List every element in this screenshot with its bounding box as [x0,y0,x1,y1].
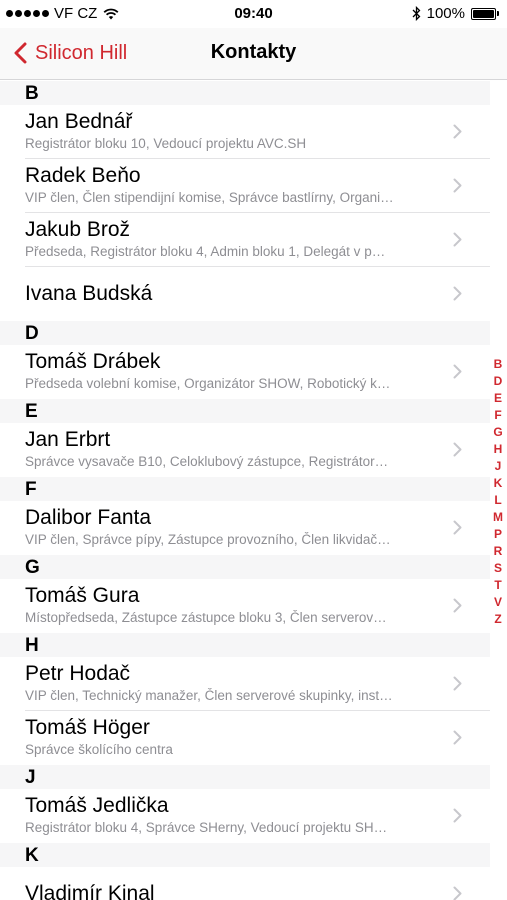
contact-row[interactable]: Petr Hodač VIP člen, Technický manažer, Č… [0,657,490,711]
contact-name: Tomáš Drábek [25,350,161,373]
chevron-right-icon [453,124,462,139]
contact-roles: Správce vysavače B10, Celoklubový zástup… [25,454,389,469]
contact-row[interactable]: Tomáš Höger Správce školícího centra [0,711,490,765]
index-letter[interactable]: M [493,509,503,526]
contact-name: Jan Bednář [25,110,133,133]
index-letter[interactable]: K [494,475,503,492]
chevron-right-icon [453,520,462,535]
chevron-right-icon [453,232,462,247]
contact-row[interactable]: Vladimír Kinal [0,867,490,900]
contact-name: Petr Hodač [25,662,131,685]
contact-row[interactable]: Tomáš Jedlička Registrátor bloku 4, Správ… [0,789,490,843]
contact-roles: Správce školícího centra [25,742,173,757]
index-letter[interactable]: E [494,390,502,407]
page-title: Kontakty [210,41,297,63]
chevron-right-icon [453,598,462,613]
index-letter[interactable]: B [494,356,503,373]
index-letter[interactable]: G [493,424,502,441]
chevron-right-icon [453,364,462,379]
index-letter[interactable]: V [494,594,502,611]
bluetooth-icon [412,6,421,21]
section-header: D [0,321,490,345]
index-letter[interactable]: L [494,492,501,509]
contact-name: Vladimír Kinal [25,882,155,900]
chevron-right-icon [453,286,462,301]
index-letter[interactable]: J [495,458,502,475]
index-letter[interactable]: R [494,543,503,560]
chevron-right-icon [453,808,462,823]
index-letter[interactable]: S [494,560,502,577]
contact-row[interactable]: Tomáš Drábek Předseda volební komise, Org… [0,345,490,399]
contact-roles: Registrátor bloku 4, Správce SHerny, Ved… [25,820,388,835]
contact-roles: VIP člen, Správce pípy, Zástupce provozn… [25,532,391,547]
contact-list: B Jan Bednář Registrátor bloku 10, Vedoucí… [0,81,490,900]
section-header: J [0,765,490,789]
contact-name: Tomáš Höger [25,716,150,739]
section-header: G [0,555,490,579]
contact-row[interactable]: Jan Erbrt Správce vysavače B10, Celoklubo… [0,423,490,477]
contact-name: Radek Beňo [25,164,141,187]
contact-roles: Místopředseda, Zástupce zástupce bloku 3… [25,610,387,625]
contact-name: Tomáš Gura [25,584,140,607]
contact-row[interactable]: Radek Beňo VIP člen, Člen stipendijní kom… [0,159,490,213]
index-letter[interactable]: H [494,441,503,458]
chevron-right-icon [453,178,462,193]
index-letter[interactable]: F [494,407,501,424]
contact-row[interactable]: Jan Bednář Registrátor bloku 10, Vedoucí … [0,105,490,159]
chevron-right-icon [453,886,462,900]
contact-row[interactable]: Jakub Brož Předseda, Registrátor bloku 4,… [0,213,490,267]
section-index[interactable]: BDEFGHJKLMPRSTVZ [491,356,505,628]
contact-roles: VIP člen, Technický manažer, Člen server… [25,688,393,703]
index-letter[interactable]: T [494,577,501,594]
contact-row[interactable]: Tomáš Gura Místopředseda, Zástupce zástup… [0,579,490,633]
section-header: E [0,399,490,423]
section-header: F [0,477,490,501]
section-header: B [0,81,490,105]
contact-name: Dalibor Fanta [25,506,152,529]
contact-roles: Předseda volební komise, Organizátor SHO… [25,376,391,391]
battery-percent: 100% [426,5,465,22]
index-letter[interactable]: Z [494,611,501,628]
contact-name: Ivana Budská [25,282,153,305]
section-header: H [0,633,490,657]
chevron-right-icon [453,442,462,457]
section-header: K [0,843,490,867]
contact-row[interactable]: Ivana Budská [0,267,490,321]
contact-roles: Předseda, Registrátor bloku 4, Admin blo… [25,244,386,259]
contact-name: Tomáš Jedlička [25,794,169,817]
contact-roles: VIP člen, Člen stipendijní komise, Správ… [25,190,394,205]
chevron-right-icon [453,730,462,745]
contact-row[interactable]: Dalibor Fanta VIP člen, Správce pípy, Zás… [0,501,490,555]
contact-roles: Registrátor bloku 10, Vedoucí projektu A… [25,136,307,151]
status-right: 100% [412,5,499,22]
index-letter[interactable]: P [494,526,502,543]
screen: VF CZ 09:40 100% Silicon Hill Kontakty B… [0,0,507,900]
battery-icon [471,7,499,20]
contact-name: Jakub Brož [25,218,131,241]
status-bar: VF CZ 09:40 100% [0,0,507,28]
contact-name: Jan Erbrt [25,428,111,451]
index-letter[interactable]: D [494,373,503,390]
navigation-bar: Silicon Hill Kontakty [0,28,507,80]
chevron-right-icon [453,676,462,691]
